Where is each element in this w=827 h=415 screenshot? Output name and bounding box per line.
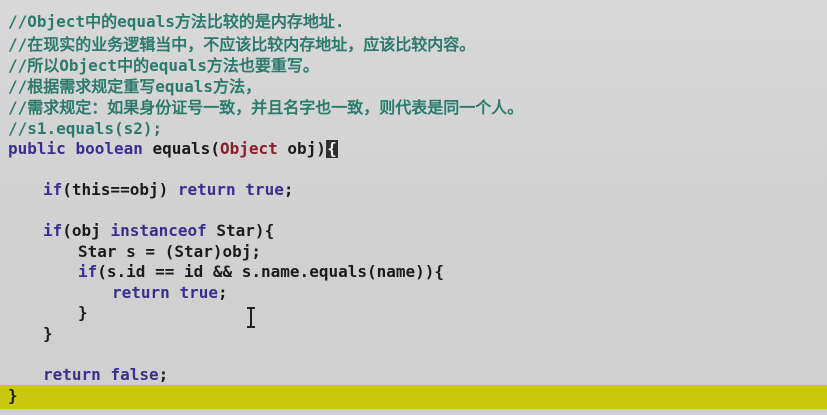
i-beam-cursor-icon: [247, 307, 255, 329]
return-false-line: return false;: [43, 365, 168, 385]
code-editor[interactable]: //Object中的equals方法比较的是内存地址. //在现实的业务逻辑当中…: [0, 0, 827, 415]
cast-line: Star s = (Star)obj;: [78, 242, 262, 261]
current-line-highlight: }: [0, 385, 827, 409]
i-beam-stem: [250, 309, 252, 326]
if-this-condition: (this==obj): [62, 180, 178, 199]
keyword-if: if: [43, 221, 63, 240]
keyword-instanceof: instanceof: [110, 221, 207, 240]
keyword-if: if: [78, 262, 98, 281]
keyword-true: true: [179, 283, 218, 302]
comment-line-6: //s1.equals(s2);: [8, 119, 163, 138]
method-signature-line: public boolean equals(Object obj){: [8, 139, 338, 159]
param-type-object: Object: [219, 139, 278, 158]
keyword-return: return: [177, 180, 236, 199]
statement-end: ;: [283, 180, 294, 199]
comment-line-3: //所以Object中的equals方法也要重写。: [8, 56, 319, 75]
if-instanceof-line: if(obj instanceof Star){: [43, 221, 274, 241]
statement-end: ;: [158, 365, 169, 384]
comment-line-2: //在现实的业务逻辑当中，不应该比较内存地址，应该比较内容。: [8, 35, 476, 54]
instanceof-before: (obj: [62, 221, 111, 240]
method-name: equals(: [152, 139, 220, 158]
comment-line-1: //Object中的equals方法比较的是内存地址.: [8, 12, 345, 31]
keyword-public: public: [8, 139, 66, 158]
instanceof-after: Star){: [206, 221, 275, 240]
keyword-return: return: [43, 365, 101, 384]
outer-close-brace: }: [43, 324, 53, 343]
matched-brace-highlight: {: [325, 139, 338, 158]
keyword-return: return: [112, 283, 170, 302]
inner-close-brace: }: [78, 303, 88, 322]
compare-condition: (s.id == id && s.name.equals(name)){: [97, 262, 445, 281]
comment-line-4: //根据需求规定重写equals方法，: [8, 77, 262, 96]
comment-line-5: //需求规定：如果身份证号一致，并且名字也一致，则代表是同一个人。: [8, 98, 524, 117]
keyword-true: true: [245, 180, 284, 199]
statement-end: ;: [217, 283, 228, 302]
method-close-brace: }: [8, 386, 18, 405]
i-beam-bottom-cap: [247, 326, 255, 328]
keyword-boolean: boolean: [75, 139, 143, 158]
keyword-if: if: [43, 180, 63, 199]
return-true-line: return true;: [112, 283, 228, 303]
if-compare-line: if(s.id == id && s.name.equals(name)){: [78, 262, 444, 282]
if-this-line: if(this==obj) return true;: [43, 180, 293, 200]
param-name: obj): [277, 139, 326, 158]
keyword-false: false: [110, 365, 159, 384]
